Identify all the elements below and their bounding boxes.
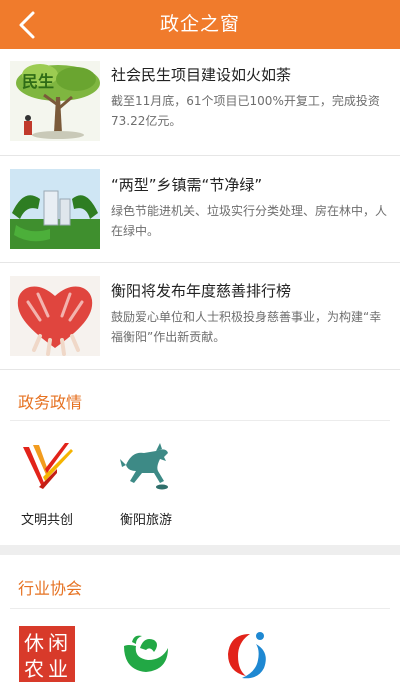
- grid-item-red-blue-assoc[interactable]: [208, 624, 284, 684]
- seal-char-glyph: 业: [48, 657, 68, 681]
- news-title: “两型”乡镇需“节净绿”: [111, 176, 263, 194]
- section-title-gov: 政务政情: [18, 393, 83, 412]
- news-thumbnail: 民生: [10, 61, 100, 141]
- grid-item-tourism[interactable]: 衡阳旅游: [108, 437, 184, 528]
- news-item[interactable]: 衡阳将发布年度慈善排行榜 鼓励爱心单位和人士积极投身慈善事业，为构建“幸福衡阳”…: [0, 263, 400, 370]
- news-item[interactable]: “两型”乡镇需“节净绿” 绿色节能进机关、垃圾实行分类处理、房在林中，人在绿中。: [0, 156, 400, 263]
- top-bar: 政企之窗: [0, 0, 400, 49]
- news-title: 社会民生项目建设如火如荼: [111, 66, 292, 84]
- seal-char-glyph: 休: [24, 631, 44, 655]
- section-divider: [10, 420, 390, 421]
- grid-item-wenming[interactable]: 文明共创: [9, 437, 85, 528]
- page-title: 政企之窗: [159, 13, 240, 35]
- news-desc: 截至11月底，61个项目已100%开复工，完成投资73.22亿元。: [111, 94, 380, 128]
- chevron-left-icon: [19, 11, 35, 39]
- grid-item-green-assoc[interactable]: [108, 624, 184, 684]
- wenming-logo-icon: [23, 443, 73, 489]
- green-swirl-logo-icon: [124, 635, 168, 672]
- news-list: 民生 社会民生项目建设如火如荼 截至11月底，61个项目已100%开复工，完成投…: [0, 49, 400, 370]
- section-gap: [0, 545, 400, 555]
- bronze-horse-icon: [120, 443, 168, 490]
- news-thumbnail: [10, 276, 100, 356]
- news-thumbnail: [10, 169, 100, 249]
- seal-char-glyph: 闲: [48, 631, 68, 655]
- grid-item-leisure-agriculture[interactable]: 休闲农业: [9, 624, 85, 684]
- section-title-assoc: 行业协会: [18, 579, 83, 598]
- grid-label: 文明共创: [20, 513, 73, 528]
- back-button[interactable]: [6, 3, 50, 47]
- news-title: 衡阳将发布年度慈善排行榜: [111, 282, 292, 300]
- red-blue-logo-icon: [228, 632, 266, 679]
- news-item[interactable]: 民生 社会民生项目建设如火如荼 截至11月底，61个项目已100%开复工，完成投…: [0, 49, 400, 156]
- grid-label: 衡阳旅游: [119, 513, 172, 528]
- leisure-agriculture-seal-icon: 休闲农业: [19, 626, 75, 682]
- news-desc: 绿色节能进机关、垃圾实行分类处理、房在林中，人在绿中。: [111, 204, 388, 238]
- news-desc: 鼓励爱心单位和人士积极投身慈善事业，为构建“幸福衡阳”作出新贡献。: [111, 310, 382, 344]
- section-divider: [10, 608, 390, 609]
- svg-text:民生: 民生: [22, 72, 54, 91]
- seal-char-glyph: 农: [24, 657, 44, 681]
